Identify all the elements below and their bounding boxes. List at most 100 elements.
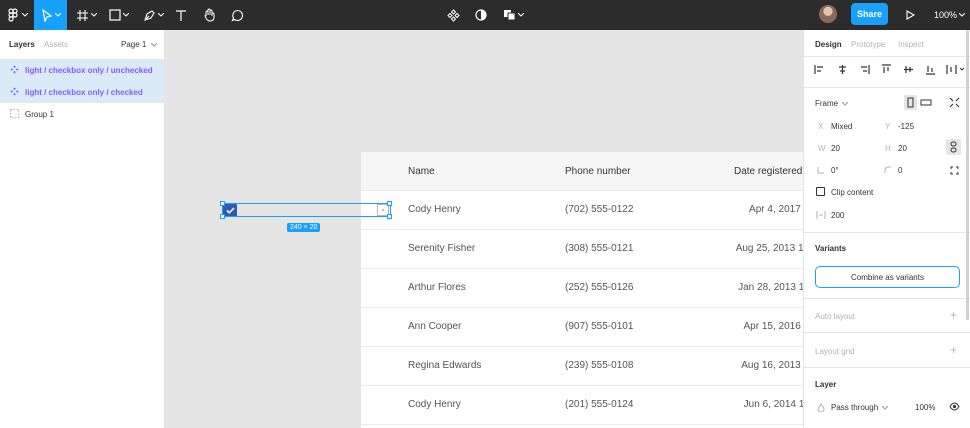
tab-prototype[interactable]: Prototype — [851, 40, 885, 49]
table-row[interactable]: Serenity Fisher (308) 555-0121 Aug 25, 2… — [361, 230, 803, 269]
chevron-down-icon — [959, 13, 966, 17]
chevron-down-icon — [22, 13, 28, 17]
x-label: X — [818, 122, 824, 131]
chevron-down-icon — [123, 13, 129, 17]
table-row[interactable]: Arthur Flores (252) 555-0126 Jan 28, 201… — [361, 269, 803, 308]
hand-tool-button[interactable] — [199, 0, 219, 30]
scrollbar[interactable] — [966, 30, 969, 320]
share-button[interactable]: Share — [851, 3, 888, 25]
cell-date: Jun 6, 2014 11:03 — [743, 399, 803, 410]
chevron-down-icon — [842, 101, 849, 106]
cell-phone: (239) 555-0108 — [565, 360, 634, 371]
align-right-icon[interactable] — [859, 64, 870, 75]
pen-icon — [143, 9, 155, 21]
main-menu-button[interactable] — [0, 0, 34, 30]
chevron-down-icon — [150, 42, 157, 47]
hand-icon — [203, 8, 214, 22]
divider — [804, 87, 970, 88]
align-horizontal-center-icon[interactable] — [837, 64, 848, 75]
toolbar: Share 100% — [0, 0, 970, 30]
component-icon — [10, 65, 19, 74]
align-vertical-center-icon[interactable] — [903, 64, 914, 75]
boolean-button[interactable] — [500, 0, 526, 30]
layer-row-unchecked[interactable]: light / checkbox only / unchecked — [0, 59, 164, 81]
column-header-date: Date registered — [734, 166, 803, 177]
tab-inspect[interactable]: Inspect — [898, 40, 924, 49]
table-row[interactable]: Regina Edwards (239) 555-0108 Aug 16, 20… — [361, 347, 803, 386]
selection-box[interactable] — [222, 203, 391, 217]
align-left-icon[interactable] — [814, 64, 825, 75]
zoom-dropdown[interactable]: 100% — [934, 0, 966, 30]
text-tool-button[interactable] — [171, 0, 191, 30]
divider — [804, 232, 970, 233]
h-input[interactable]: 20 — [898, 144, 907, 153]
tab-assets[interactable]: Assets — [44, 40, 68, 49]
auto-layout-title: Auto layout — [815, 312, 856, 321]
y-label: Y — [885, 122, 891, 131]
tab-layers[interactable]: Layers — [9, 40, 35, 49]
divider — [804, 298, 970, 299]
spacing-input[interactable]: 200 — [831, 211, 844, 220]
layer-row-group[interactable]: Group 1 — [0, 103, 164, 125]
cell-name: Regina Edwards — [408, 360, 482, 371]
tab-design[interactable]: Design — [815, 40, 842, 49]
align-bottom-icon[interactable] — [925, 64, 936, 75]
align-top-icon[interactable] — [881, 64, 892, 75]
layout-grid-title: Layout grid — [815, 347, 855, 356]
shape-tool-button[interactable] — [104, 0, 134, 30]
add-auto-layout-icon[interactable]: + — [950, 308, 957, 322]
frame-tool-button[interactable] — [71, 0, 101, 30]
variants-title: Variants — [815, 244, 847, 253]
blend-mode-dropdown[interactable]: Pass through — [831, 403, 889, 412]
landscape-icon[interactable] — [920, 98, 932, 107]
cell-date: Apr 15, 2016 7:45 — [743, 321, 803, 332]
rotation-icon — [817, 167, 824, 174]
mask-button[interactable] — [472, 0, 490, 30]
table-frame[interactable]: Name Phone number Date registered Cody H… — [361, 152, 803, 428]
combine-as-variants-button[interactable]: Combine as variants — [815, 266, 960, 288]
properties-panel: Design Prototype Inspect Frame X Mixed Y… — [803, 30, 970, 428]
cell-date: Apr 4, 2017 3:18 — [749, 204, 803, 215]
y-input[interactable]: -125 — [898, 122, 914, 131]
add-layout-grid-icon[interactable]: + — [950, 343, 957, 357]
chevron-down-icon — [54, 13, 61, 17]
w-label: W — [818, 144, 826, 153]
eye-icon[interactable] — [949, 402, 960, 411]
blend-mode-label: Pass through — [831, 403, 879, 412]
component-icon — [446, 8, 460, 22]
clip-content-checkbox[interactable] — [816, 187, 825, 196]
resize-handle-tl[interactable] — [220, 201, 225, 206]
comment-tool-button[interactable] — [227, 0, 247, 30]
canvas[interactable]: Name Phone number Date registered Cody H… — [165, 30, 803, 428]
components-button[interactable] — [444, 0, 462, 30]
distribute-icon[interactable] — [946, 64, 966, 75]
w-input[interactable]: 20 — [831, 144, 840, 153]
resize-handle-br[interactable] — [387, 214, 392, 219]
frame-dropdown[interactable]: Frame — [815, 99, 849, 108]
resize-handle-bl[interactable] — [220, 214, 225, 219]
avatar[interactable] — [819, 5, 837, 23]
page-selector[interactable]: Page 1 — [121, 40, 157, 49]
table-header: Name Phone number Date registered — [361, 152, 803, 191]
cell-date: Aug 25, 2013 12:03 — [735, 243, 803, 254]
radius-input[interactable]: 0 — [898, 166, 902, 175]
opacity-input[interactable]: 100% — [915, 403, 935, 412]
resize-handle-tr[interactable] — [387, 201, 392, 206]
independent-corners-icon[interactable] — [950, 166, 959, 175]
table-row[interactable]: Ann Cooper (907) 555-0101 Apr 15, 2016 7… — [361, 308, 803, 347]
rotation-input[interactable]: 0° — [831, 166, 839, 175]
x-input[interactable]: Mixed — [831, 122, 852, 131]
portrait-toggle[interactable] — [904, 95, 917, 110]
play-icon — [905, 10, 915, 20]
move-tool-button[interactable] — [34, 0, 67, 30]
layer-row-checked[interactable]: light / checkbox only / checked — [0, 81, 164, 103]
table-row[interactable]: Cody Henry (201) 555-0124 Jun 6, 2014 11… — [361, 386, 803, 425]
pen-tool-button[interactable] — [138, 0, 168, 30]
cell-phone: (308) 555-0121 — [565, 243, 634, 254]
present-button[interactable] — [902, 0, 918, 30]
chevron-down-icon — [157, 13, 164, 17]
layer-title: Layer — [815, 380, 837, 389]
constrain-proportions-toggle[interactable] — [946, 139, 961, 155]
table-row[interactable]: Cody Henry (702) 555-0122 Apr 4, 2017 3:… — [361, 191, 803, 230]
fit-content-icon[interactable] — [949, 97, 960, 108]
